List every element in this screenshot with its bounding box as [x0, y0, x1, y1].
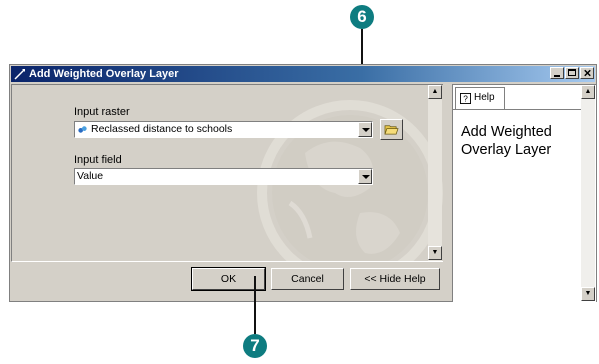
help-scrollbar[interactable]: ▲ ▼ [581, 85, 595, 301]
input-raster-value: Reclassed distance to schools [91, 123, 233, 135]
help-book-icon: ? [460, 93, 471, 104]
parameters-pane: Input raster Reclassed distance to schoo… [11, 84, 443, 262]
input-field-label: Input field [74, 154, 122, 166]
raster-layer-icon [78, 126, 87, 133]
scroll-up-button[interactable]: ▲ [428, 85, 442, 99]
hide-help-button[interactable]: << Hide Help [350, 268, 440, 290]
input-field-value: Value [77, 170, 104, 182]
help-scroll-down-button[interactable]: ▼ [581, 287, 595, 301]
maximize-button[interactable] [565, 67, 579, 79]
parameters-scrollbar[interactable]: ▲ ▼ [428, 85, 442, 261]
minimize-icon [554, 75, 560, 77]
help-pane: ? Help Add Weighted Overlay Layer ▲ ▼ [452, 84, 596, 302]
dialog-window: Add Weighted Overlay Layer Input raster [9, 64, 597, 302]
close-button[interactable] [580, 67, 594, 79]
scroll-down-button[interactable]: ▼ [428, 246, 442, 260]
window-title: Add Weighted Overlay Layer [29, 68, 179, 80]
help-scroll-up-button[interactable]: ▲ [581, 85, 595, 99]
input-field-combo[interactable]: Value [74, 168, 373, 185]
minimize-button[interactable] [550, 67, 564, 79]
chevron-down-icon [362, 175, 370, 179]
close-icon [584, 69, 591, 77]
maximize-icon [568, 69, 576, 76]
callout-6: 6 [350, 5, 374, 29]
callout-7: 7 [243, 334, 267, 358]
help-tab[interactable]: ? Help [455, 87, 505, 109]
chevron-down-icon [362, 128, 370, 132]
input-raster-label: Input raster [74, 106, 130, 118]
cancel-button[interactable]: Cancel [271, 268, 344, 290]
input-raster-dropdown-button[interactable] [358, 122, 372, 137]
svg-text:?: ? [463, 95, 468, 104]
weighted-overlay-tool-icon [14, 69, 25, 80]
title-bar[interactable]: Add Weighted Overlay Layer [11, 66, 595, 82]
browse-raster-button[interactable] [380, 119, 403, 140]
input-field-dropdown-button[interactable] [358, 169, 372, 184]
help-tab-label: Help [474, 92, 495, 103]
window-controls [549, 67, 594, 81]
help-title: Add Weighted Overlay Layer [461, 124, 552, 158]
callout-7-leader [254, 276, 256, 334]
input-raster-combo[interactable]: Reclassed distance to schools [74, 121, 373, 138]
open-folder-icon [384, 125, 399, 135]
